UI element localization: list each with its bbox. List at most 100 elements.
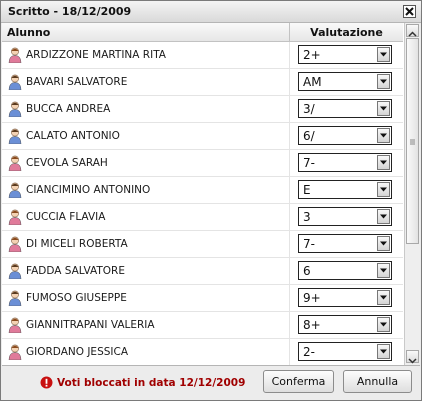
table-row: GIORDANO JESSICA 2- [2,339,403,365]
dropdown-arrow-button[interactable] [377,47,390,62]
grade-select[interactable]: 2- [298,342,392,361]
student-name: BAVARI SALVATORE [26,76,128,88]
dropdown-arrow-button[interactable] [377,182,390,197]
column-divider [289,69,290,96]
table-row: CIANCIMINO ANTONINO E [2,177,403,204]
male-student-icon [8,290,22,306]
grade-select[interactable]: 8+ [298,315,392,334]
chevron-down-icon [380,160,387,165]
grade-select[interactable]: 7- [298,234,392,253]
lock-status-message: Voti bloccati in data 12/12/2009 [57,377,246,389]
female-student-icon [8,344,22,360]
table-row: FADDA SALVATORE 6 [2,258,403,285]
grade-value: 2- [303,345,315,359]
dropdown-arrow-button[interactable] [377,74,390,89]
scroll-down-button[interactable] [406,350,419,364]
student-name: FADDA SALVATORE [26,265,125,277]
grade-select[interactable]: 3 [298,207,392,226]
chevron-down-icon [380,187,387,192]
column-divider [289,123,290,150]
grade-value: 8+ [303,318,321,332]
confirm-button[interactable]: Conferma [263,370,334,393]
female-student-icon [8,47,22,63]
grade-select[interactable]: 7- [298,153,392,172]
dropdown-arrow-button[interactable] [377,209,390,224]
table-row: FUMOSO GIUSEPPE 9+ [2,285,403,312]
column-divider [289,285,290,312]
student-name: CALATO ANTONIO [26,130,120,142]
male-student-icon [8,263,22,279]
table-row: CALATO ANTONIO 6/ [2,123,403,150]
vertical-scrollbar[interactable] [404,23,420,365]
grade-value: 6 [303,264,311,278]
close-icon [405,7,414,16]
grade-select[interactable]: 9+ [298,288,392,307]
table-row: CUCCIA FLAVIA 3 [2,204,403,231]
male-student-icon [8,74,22,90]
dropdown-arrow-button[interactable] [377,263,390,278]
grade-select[interactable]: 2+ [298,45,392,64]
dropdown-arrow-button[interactable] [377,317,390,332]
grade-select[interactable]: 6/ [298,126,392,145]
dropdown-arrow-button[interactable] [377,155,390,170]
column-divider [289,339,290,365]
grip-icon [410,139,415,145]
grade-select[interactable]: AM [298,72,392,91]
female-student-icon [8,236,22,252]
table-row: CEVOLA SARAH 7- [2,150,403,177]
scrollbar-thumb[interactable] [406,38,419,244]
column-header-student[interactable]: Alunno [7,26,50,39]
cancel-button[interactable]: Annulla [343,370,412,393]
chevron-down-icon [380,133,387,138]
chevron-down-icon [380,268,387,273]
column-divider [289,231,290,258]
close-button[interactable] [403,5,416,18]
female-student-icon [8,155,22,171]
chevron-down-icon [380,295,387,300]
column-divider [289,150,290,177]
dropdown-arrow-button[interactable] [377,290,390,305]
table-row: ARDIZZONE MARTINA RITA 2+ [2,42,403,69]
chevron-down-icon [380,106,387,111]
table-row: GIANNITRAPANI VALERIA 8+ [2,312,403,339]
title-bar[interactable]: Scritto - 18/12/2009 [1,1,421,23]
student-name: DI MICELI ROBERTA [26,238,128,250]
female-student-icon [8,209,22,225]
column-divider [289,96,290,123]
table-row: BAVARI SALVATORE AM [2,69,403,96]
grid-rows: ARDIZZONE MARTINA RITA 2+ BAVARI SALVATORE… [2,42,403,365]
grade-value: 2+ [303,48,321,62]
grade-value: E [303,183,311,197]
student-name: FUMOSO GIUSEPPE [26,292,127,304]
grade-value: 3 [303,210,311,224]
grade-select[interactable]: 6 [298,261,392,280]
grade-select[interactable]: E [298,180,392,199]
female-student-icon [8,317,22,333]
grade-value: 7- [303,237,315,251]
grades-grid: Alunno Valutazione ARDIZZONE MARTINA RIT… [2,23,420,366]
dialog-footer: Voti bloccati in data 12/12/2009 Conferm… [1,366,421,400]
table-row: BUCCA ANDREA 3/ [2,96,403,123]
alert-icon [40,376,53,389]
scroll-up-button[interactable] [406,24,419,37]
dropdown-arrow-button[interactable] [377,101,390,116]
chevron-down-icon [380,214,387,219]
grade-value: 9+ [303,291,321,305]
dialog-title: Scritto - 18/12/2009 [8,5,132,18]
grade-value: AM [303,75,322,89]
grid-header: Alunno Valutazione [2,23,403,42]
student-name: GIORDANO JESSICA [26,346,129,358]
grade-value: 3/ [303,102,315,116]
chevron-down-icon [380,52,387,57]
grade-select[interactable]: 3/ [298,99,392,118]
column-divider [289,42,290,69]
dropdown-arrow-button[interactable] [377,344,390,359]
dropdown-arrow-button[interactable] [377,236,390,251]
student-name: ARDIZZONE MARTINA RITA [26,49,166,61]
chevron-down-icon [380,241,387,246]
column-divider [289,258,290,285]
dropdown-arrow-button[interactable] [377,128,390,143]
grade-value: 7- [303,156,315,170]
caret-down-icon [408,358,417,364]
column-header-grade[interactable]: Valutazione [290,26,403,39]
